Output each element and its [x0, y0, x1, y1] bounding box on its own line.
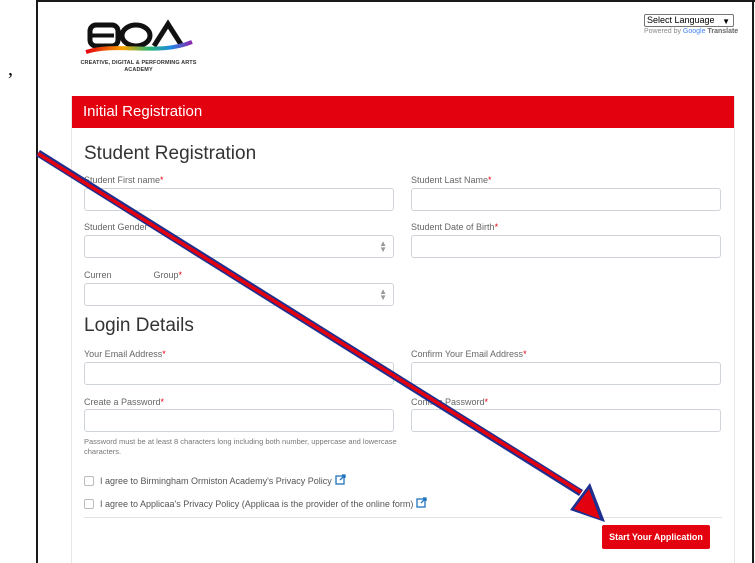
translate-link[interactable]: Translate	[707, 28, 738, 35]
password-label: Create a Password*	[84, 397, 165, 407]
year-group-label: Curren Group*	[84, 270, 183, 280]
privacy-applicaa-row: I agree to Applicaa's Privacy Policy (Ap…	[84, 497, 428, 510]
confirm-password-input[interactable]	[411, 409, 721, 432]
registration-card: Initial Registration Student Registratio…	[71, 96, 735, 563]
logo-subtitle: CREATIVE, DIGITAL & PERFORMING ARTS ACAD…	[78, 60, 199, 74]
password-hint: Password must be at least 8 characters l…	[84, 437, 397, 456]
boa-logo-mark	[85, 19, 193, 54]
start-application-button[interactable]: Start Your Application	[602, 525, 710, 549]
privacy-boa-checkbox[interactable]	[84, 475, 94, 486]
up-down-caret-icon: ▲ ▼	[379, 239, 387, 254]
academy-logo[interactable]: CREATIVE, DIGITAL & PERFORMING ARTS ACAD…	[78, 12, 199, 84]
form-divider	[84, 517, 722, 518]
language-select-value: Select Language	[647, 15, 715, 25]
privacy-boa-label[interactable]: I agree to Birmingham Ormiston Academy's…	[100, 476, 332, 486]
logo-subtitle-line2: ACADEMY	[124, 67, 153, 73]
confirm-email-label: Confirm Your Email Address*	[411, 349, 527, 359]
window-frame-right	[752, 0, 754, 563]
chevron-down-icon: ▼	[722, 17, 730, 26]
external-link-icon[interactable]	[335, 474, 346, 487]
gender-select[interactable]: ▲ ▼	[84, 235, 394, 258]
last-name-label: Student Last Name*	[411, 175, 492, 185]
window-frame-left	[36, 0, 38, 563]
stray-comma: ,	[8, 58, 13, 80]
email-label: Your Email Address*	[84, 349, 166, 359]
translate-widget: Select Language ▼ Powered by Google Tran…	[644, 14, 738, 35]
dob-input[interactable]	[411, 235, 721, 258]
password-input[interactable]	[84, 409, 394, 432]
year-group-select[interactable]: ▲ ▼	[84, 283, 394, 306]
gender-label: Student Gender*	[84, 222, 152, 232]
login-section-title: Login Details	[84, 315, 194, 336]
external-link-icon[interactable]	[416, 497, 428, 510]
powered-by-text: Powered by Google Translate	[644, 28, 738, 35]
up-down-caret-icon: ▲ ▼	[379, 287, 387, 302]
privacy-boa-row: I agree to Birmingham Ormiston Academy's…	[84, 474, 346, 487]
powered-prefix: Powered by	[644, 28, 681, 35]
last-name-input[interactable]	[411, 188, 721, 211]
screenshot: { "logo": { "letters": "BOA", "subtitle_…	[0, 0, 755, 563]
student-section-title: Student Registration	[84, 143, 257, 164]
privacy-applicaa-checkbox[interactable]	[84, 498, 94, 509]
email-input[interactable]	[84, 362, 394, 385]
first-name-input[interactable]	[84, 188, 394, 211]
dob-label: Student Date of Birth*	[411, 222, 499, 232]
logo-subtitle-line1: CREATIVE, DIGITAL & PERFORMING ARTS	[80, 60, 197, 66]
window-frame-top	[36, 0, 755, 2]
card-header: Initial Registration	[72, 96, 734, 128]
confirm-password-label: Confirm Password*	[411, 397, 489, 407]
language-select[interactable]: Select Language ▼	[644, 14, 734, 27]
first-name-label: Student First name*	[84, 175, 164, 185]
privacy-applicaa-label[interactable]: I agree to Applicaa's Privacy Policy (Ap…	[100, 499, 413, 509]
confirm-email-input[interactable]	[411, 362, 721, 385]
google-wordmark: Google	[682, 28, 706, 35]
